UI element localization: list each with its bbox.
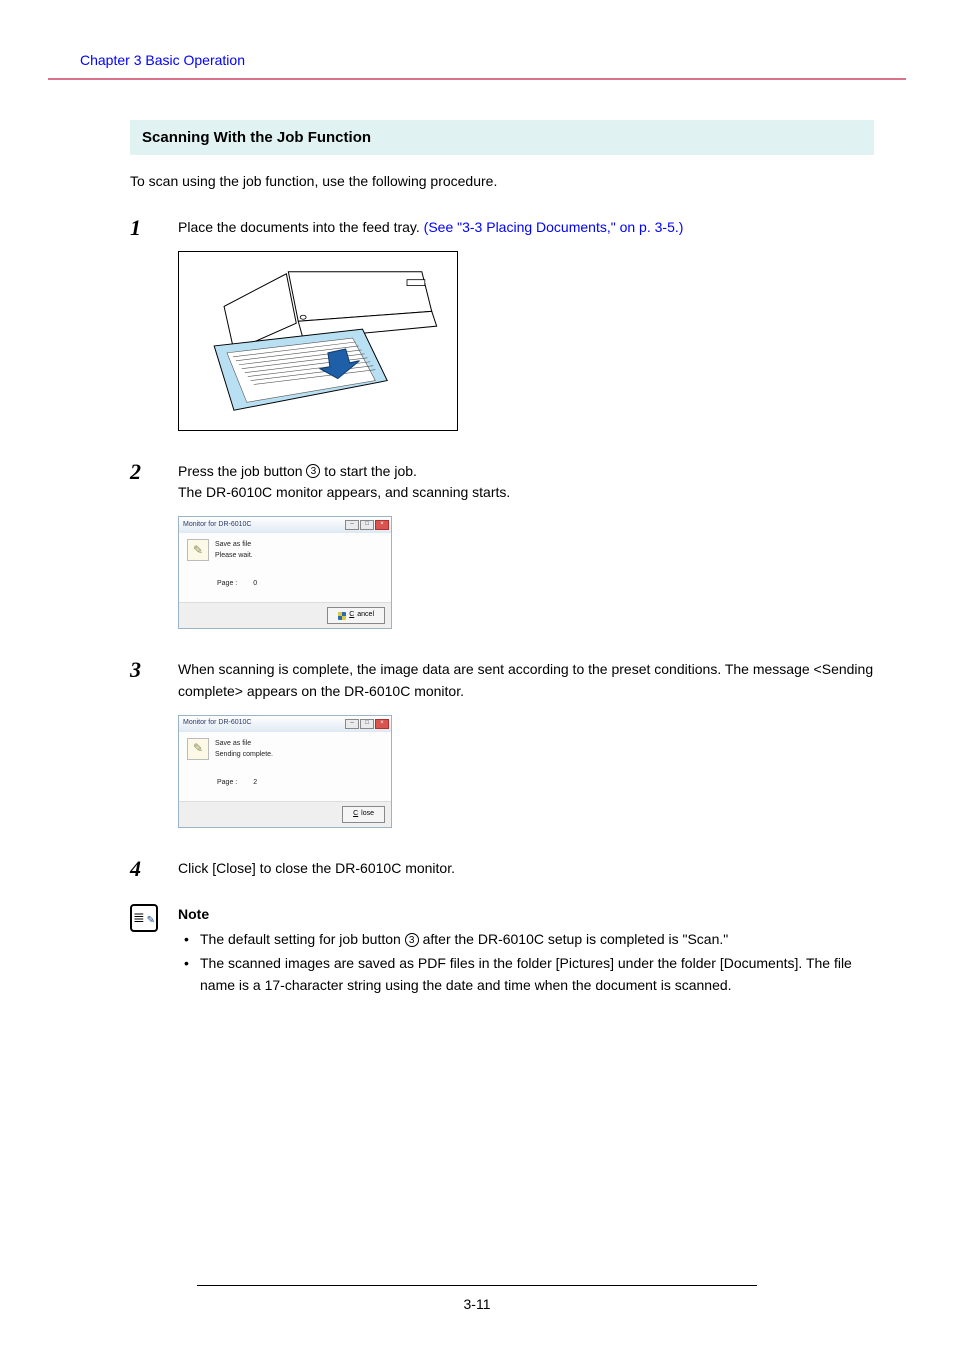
scanner-svg xyxy=(179,252,457,430)
maximize-icon[interactable]: □ xyxy=(360,719,374,729)
maximize-icon[interactable]: □ xyxy=(360,520,374,530)
dialog-titlebar: Monitor for DR-6010C – □ × xyxy=(179,716,391,732)
step-body: Press the job button 3 to start the job.… xyxy=(178,461,874,635)
step-number: 3 xyxy=(130,659,178,833)
step-1: 1 Place the documents into the feed tray… xyxy=(130,217,874,437)
note-text: The scanned images are saved as PDF file… xyxy=(200,955,852,993)
circled-number: 3 xyxy=(306,464,320,478)
page-number: 3-11 xyxy=(0,1296,954,1312)
figure-dialog-1: Monitor for DR-6010C – □ × ✎ Save as fil… xyxy=(178,516,874,629)
step-body: Click [Close] to close the DR-6010C moni… xyxy=(178,858,874,880)
step-text: Click [Close] to close the DR-6010C moni… xyxy=(178,860,455,876)
close-button[interactable]: Close xyxy=(342,806,385,823)
step-body: Place the documents into the feed tray. … xyxy=(178,217,874,437)
page-value: 2 xyxy=(253,779,257,786)
monitor-dialog: Monitor for DR-6010C – □ × ✎ Save as fil… xyxy=(178,715,392,828)
page-content: Scanning With the Job Function To scan u… xyxy=(0,80,954,998)
note-icon: ≣✎ xyxy=(130,904,158,932)
dialog-body: ✎ Save as file Please wait. Page : 0 xyxy=(179,533,391,602)
note-text: The default setting for job button xyxy=(200,931,405,947)
document-icon: ✎ xyxy=(187,738,209,760)
footer-rule xyxy=(197,1285,757,1286)
close-icon[interactable]: × xyxy=(375,520,389,530)
note-list: The default setting for job button 3 aft… xyxy=(178,929,874,996)
step-3: 3 When scanning is complete, the image d… xyxy=(130,659,874,833)
note-body: Note The default setting for job button … xyxy=(178,904,874,999)
cancel-button[interactable]: Cancel xyxy=(327,607,385,624)
page-footer: 3-11 xyxy=(0,1285,954,1312)
figure-scanner xyxy=(178,251,874,431)
page-value: 0 xyxy=(253,580,257,587)
section-intro: To scan using the job function, use the … xyxy=(130,173,874,189)
button-label-rest: lose xyxy=(361,809,374,820)
step-text: to start the job. xyxy=(320,463,417,479)
document-icon: ✎ xyxy=(187,539,209,561)
note-block: ≣✎ Note The default setting for job butt… xyxy=(130,904,874,999)
button-label: C xyxy=(353,809,358,820)
dialog-title-text: Monitor for DR-6010C xyxy=(183,520,251,531)
step-number: 4 xyxy=(130,858,178,880)
minimize-icon[interactable]: – xyxy=(345,719,359,729)
window-buttons: – □ × xyxy=(345,520,389,530)
note-item: The scanned images are saved as PDF file… xyxy=(190,953,874,996)
step-2: 2 Press the job button 3 to start the jo… xyxy=(130,461,874,635)
cross-reference-link[interactable]: (See "3-3 Placing Documents," on p. 3-5.… xyxy=(424,219,684,235)
scanner-illustration xyxy=(178,251,458,431)
dialog-footer: Cancel xyxy=(179,602,391,628)
dialog-message: Save as file xyxy=(215,539,253,550)
monitor-dialog: Monitor for DR-6010C – □ × ✎ Save as fil… xyxy=(178,516,392,629)
note-label: Note xyxy=(178,904,874,926)
dialog-body: ✎ Save as file Sending complete. Page : … xyxy=(179,732,391,801)
button-label-rest: ancel xyxy=(357,610,374,621)
figure-dialog-2: Monitor for DR-6010C – □ × ✎ Save as fil… xyxy=(178,715,874,828)
note-text: after the DR-6010C setup is completed is… xyxy=(419,931,729,947)
note-item: The default setting for job button 3 aft… xyxy=(190,929,874,951)
close-icon[interactable]: × xyxy=(375,719,389,729)
step-number: 1 xyxy=(130,217,178,437)
dialog-footer: Close xyxy=(179,801,391,827)
chapter-label: Chapter 3 Basic Operation xyxy=(80,52,245,68)
minimize-icon[interactable]: – xyxy=(345,520,359,530)
page-header: Chapter 3 Basic Operation xyxy=(0,0,954,68)
step-number: 2 xyxy=(130,461,178,635)
page-label: Page : xyxy=(217,580,237,587)
step-4: 4 Click [Close] to close the DR-6010C mo… xyxy=(130,858,874,880)
step-text: Place the documents into the feed tray. xyxy=(178,219,424,235)
window-buttons: – □ × xyxy=(345,719,389,729)
circled-number: 3 xyxy=(405,933,419,947)
button-label: C xyxy=(349,610,354,621)
section-title: Scanning With the Job Function xyxy=(130,120,874,155)
dialog-message: Save as file xyxy=(215,738,273,749)
dialog-message: Sending complete. xyxy=(215,749,273,760)
step-body: When scanning is complete, the image dat… xyxy=(178,659,874,833)
step-text: The DR-6010C monitor appears, and scanni… xyxy=(178,484,510,500)
dialog-titlebar: Monitor for DR-6010C – □ × xyxy=(179,517,391,533)
step-text: When scanning is complete, the image dat… xyxy=(178,661,873,699)
dialog-message: Please wait. xyxy=(215,550,253,561)
dialog-title-text: Monitor for DR-6010C xyxy=(183,718,251,729)
page-label: Page : xyxy=(217,779,237,786)
step-text: Press the job button xyxy=(178,463,306,479)
